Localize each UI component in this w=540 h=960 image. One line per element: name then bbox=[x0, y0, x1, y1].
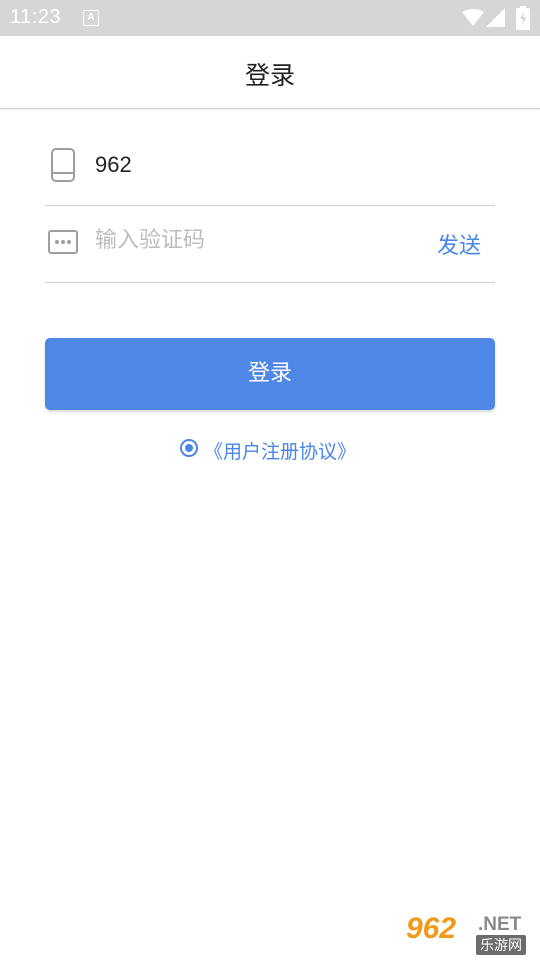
watermark-number: 962 bbox=[406, 912, 457, 945]
battery-charging-icon bbox=[516, 6, 530, 30]
watermark-logo: 962 .NET 乐游网 bbox=[400, 912, 536, 955]
wifi-icon bbox=[462, 9, 484, 26]
watermark-net: .NET bbox=[478, 914, 522, 935]
code-input[interactable] bbox=[93, 227, 397, 254]
user-agreement-link[interactable]: 《用户注册协议》 bbox=[204, 437, 356, 464]
phone-icon bbox=[51, 148, 75, 182]
sms-icon bbox=[48, 230, 78, 254]
code-field-row: 发送 bbox=[45, 205, 495, 283]
cell-signal-icon bbox=[486, 8, 505, 27]
title-bar: 登录 bbox=[0, 36, 540, 109]
agreement-radio[interactable] bbox=[180, 439, 198, 457]
agreement-row: 《用户注册协议》 bbox=[0, 436, 540, 466]
page-title: 登录 bbox=[244, 61, 295, 90]
status-bar: 11:23 A bbox=[0, 0, 540, 36]
status-time: 11:23 bbox=[10, 6, 62, 28]
phone-field-row bbox=[45, 128, 495, 206]
watermark-site-name: 乐游网 bbox=[476, 935, 526, 955]
send-code-button[interactable]: 发送 bbox=[437, 228, 481, 260]
radio-checked-dot bbox=[185, 444, 193, 452]
phone-input[interactable] bbox=[93, 151, 417, 179]
a-letter-icon: A bbox=[83, 10, 99, 26]
login-button[interactable]: 登录 bbox=[45, 338, 495, 410]
